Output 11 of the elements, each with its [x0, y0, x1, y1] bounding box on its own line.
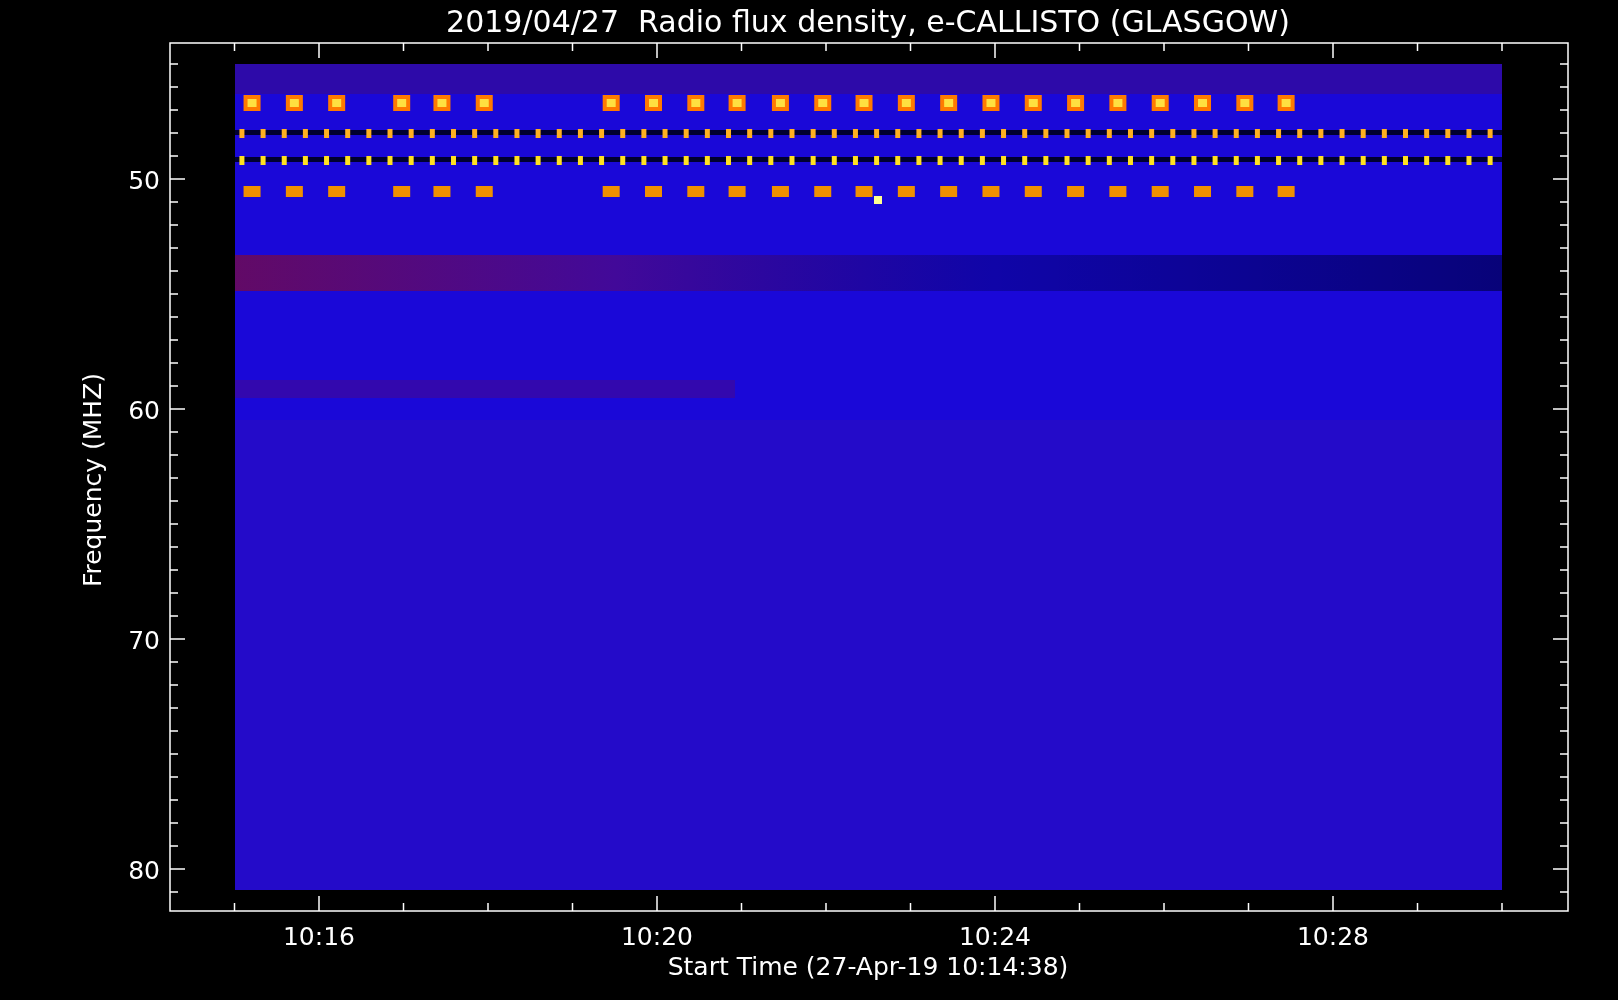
y-tick-label: 80 — [128, 856, 160, 885]
x-tick-label: 10:20 — [621, 922, 693, 951]
y-tick-label: 70 — [128, 626, 160, 655]
x-axis-label: Start Time (27-Apr-19 10:14:38) — [667, 952, 1069, 981]
x-tick-label: 10:24 — [959, 922, 1031, 951]
y-axis-label: Frequency (MHZ) — [78, 372, 107, 588]
y-tick-label: 50 — [128, 166, 160, 195]
chart-title: 2019/04/27 Radio flux density, e-CALLISTO (GLASGOW) — [446, 4, 1290, 39]
y-tick-label: 60 — [128, 396, 160, 425]
x-tick-label: 10:16 — [283, 922, 355, 951]
x-tick-label: 10:28 — [1297, 922, 1369, 951]
